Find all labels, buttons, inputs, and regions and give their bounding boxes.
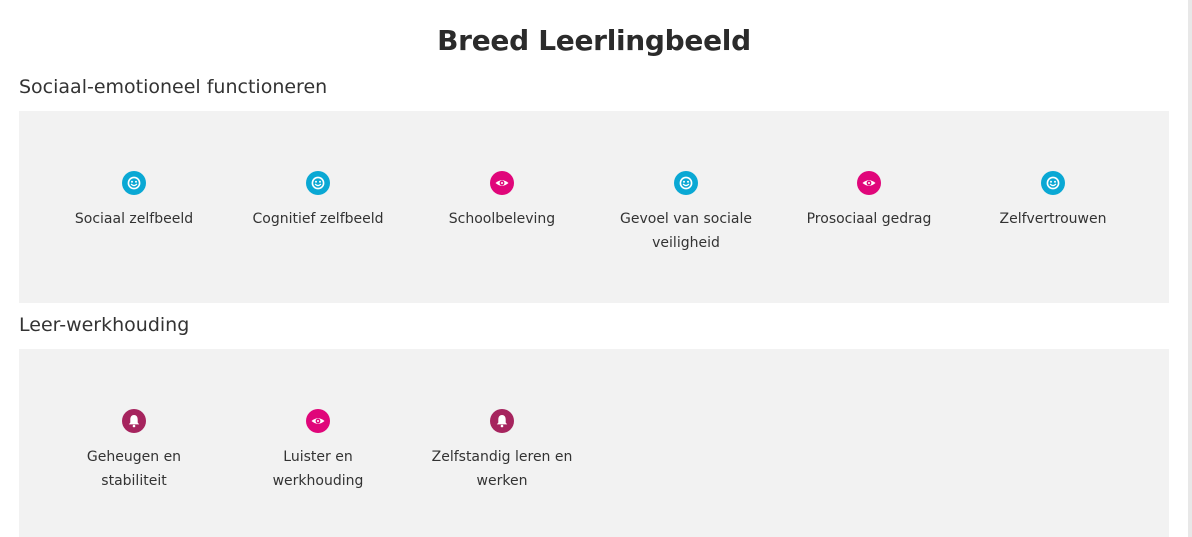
- tile-prosociaal-gedrag[interactable]: Prosociaal gedrag: [794, 171, 944, 231]
- panel-sociaal-emotioneel: Sociaal zelfbeeld Cognitief zelfbeeld Sc…: [19, 111, 1169, 303]
- smiley-icon: [1041, 171, 1065, 195]
- panel-leer-werkhouding: Geheugen en stabiliteit Luister en werkh…: [19, 349, 1169, 537]
- tile-label: Geheugen en stabiliteit: [86, 449, 182, 489]
- tile-label: Zelfvertrouwen: [999, 211, 1107, 227]
- tile-cognitief-zelfbeeld[interactable]: Cognitief zelfbeeld: [243, 171, 393, 231]
- smiley-icon: [306, 171, 330, 195]
- section-title-sociaal-emotioneel: Sociaal-emotioneel functioneren: [19, 76, 328, 98]
- tile-label: Prosociaal gedrag: [806, 211, 932, 227]
- tile-schoolbeleving[interactable]: Schoolbeleving: [427, 171, 577, 231]
- scrollbar-edge: [1188, 0, 1192, 537]
- eye-icon: [490, 171, 514, 195]
- tile-luister-en-werkhouding[interactable]: Luister en werkhouding: [243, 409, 393, 493]
- eye-icon: [857, 171, 881, 195]
- tile-zelfvertrouwen[interactable]: Zelfvertrouwen: [978, 171, 1128, 231]
- tile-label: Sociaal zelfbeeld: [74, 211, 194, 227]
- tile-gevoel-van-sociale-veiligheid[interactable]: Gevoel van sociale veiligheid: [611, 171, 761, 255]
- eye-icon: [306, 409, 330, 433]
- page-title: Breed Leerlingbeeld: [437, 24, 751, 57]
- smiley-icon: [674, 171, 698, 195]
- tile-label: Gevoel van sociale veiligheid: [620, 211, 752, 251]
- bell-icon: [122, 409, 146, 433]
- section-title-leer-werkhouding: Leer-werkhouding: [19, 314, 190, 336]
- tile-label: Luister en werkhouding: [272, 449, 364, 489]
- tile-label: Cognitief zelfbeeld: [252, 211, 384, 227]
- tile-label: Zelfstandig leren en werken: [431, 449, 573, 489]
- tile-sociaal-zelfbeeld[interactable]: Sociaal zelfbeeld: [59, 171, 209, 231]
- tile-geheugen-en-stabiliteit[interactable]: Geheugen en stabiliteit: [59, 409, 209, 493]
- page: Breed Leerlingbeeld Sociaal-emotioneel f…: [0, 0, 1192, 537]
- tile-label: Schoolbeleving: [448, 211, 556, 227]
- bell-icon: [490, 409, 514, 433]
- smiley-icon: [122, 171, 146, 195]
- tile-zelfstandig-leren-en-werken[interactable]: Zelfstandig leren en werken: [427, 409, 577, 493]
